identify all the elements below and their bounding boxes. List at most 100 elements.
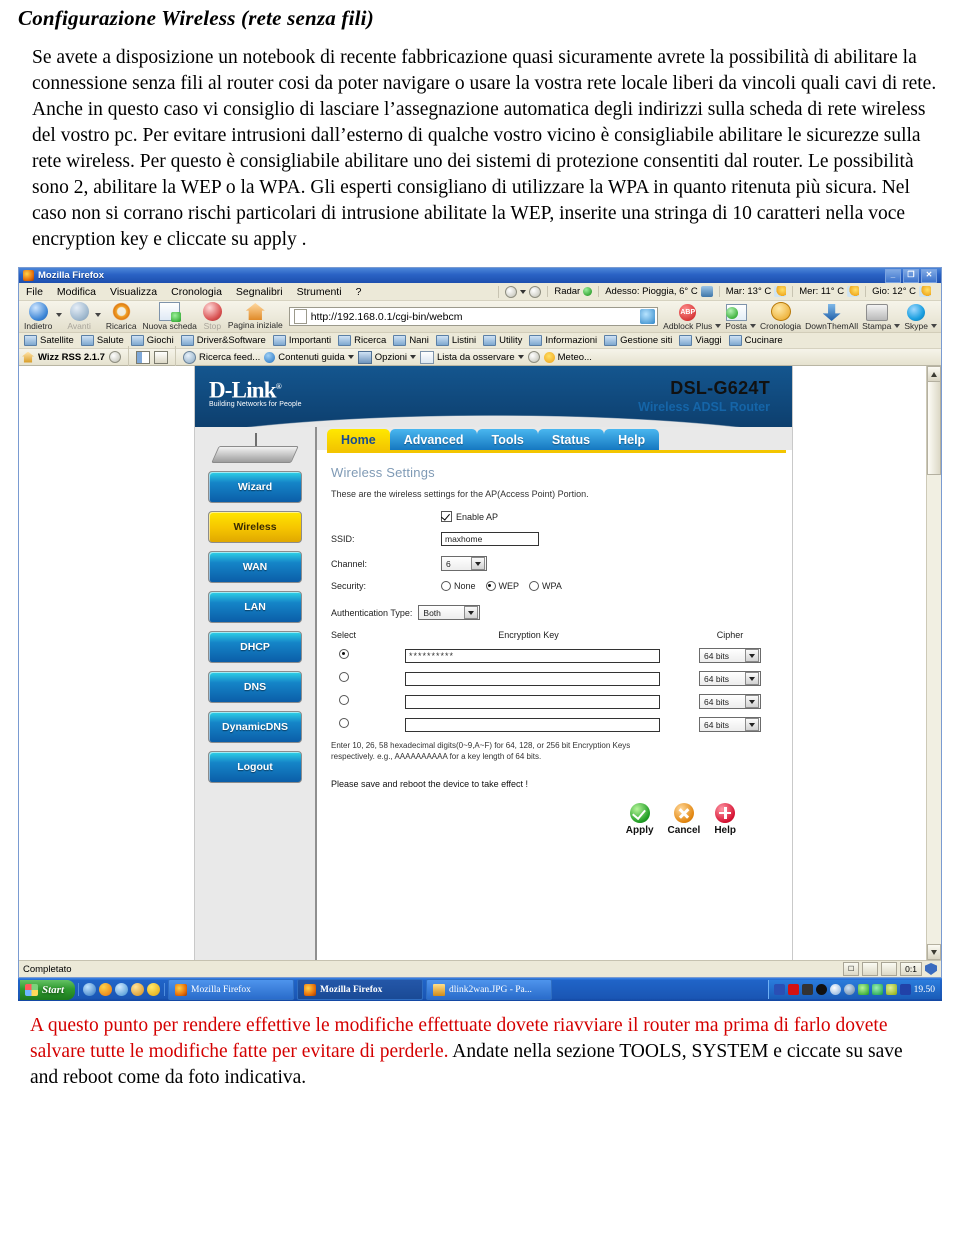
bookmark-gestione-siti[interactable]: Gestione siti (601, 335, 675, 346)
bookmark-importanti[interactable]: Importanti (270, 335, 334, 346)
history-button[interactable]: Cronologia (758, 302, 803, 331)
tray-icon-update[interactable] (857, 984, 869, 995)
cipher-select-4[interactable]: 64 bits (699, 717, 761, 732)
sidebar-item-wan[interactable]: WAN (208, 551, 302, 583)
tray-icon-display[interactable] (899, 984, 911, 995)
security-option-none[interactable]: None (441, 581, 476, 591)
mail-button[interactable]: Posta (723, 304, 749, 331)
bookmark-driver-software[interactable]: Driver&Software (178, 335, 269, 346)
apply-button[interactable]: Apply (626, 803, 654, 836)
forward-button[interactable]: Avanti (64, 302, 93, 331)
ie-icon[interactable] (83, 983, 97, 996)
newtab-button[interactable]: Nuova scheda (140, 302, 200, 331)
browser-icon[interactable] (115, 983, 129, 996)
weather-menu[interactable] (498, 285, 547, 298)
weather-radar[interactable]: Radar (547, 286, 598, 297)
taskbar-window-firefox-2[interactable]: Mozilla Firefox (297, 979, 424, 1000)
sidebar-item-wizard[interactable]: Wizard (208, 471, 302, 503)
sidebar-item-logout[interactable]: Logout (208, 751, 302, 783)
security-option-wep[interactable]: WEP (485, 581, 519, 591)
sidebar-item-lan[interactable]: LAN (208, 591, 302, 623)
cancel-button[interactable]: Cancel (668, 803, 700, 836)
key-radio-4[interactable] (339, 718, 349, 728)
firefox-icon[interactable] (99, 983, 113, 996)
tab-advanced[interactable]: Advanced (389, 429, 478, 450)
popup-blocked-icon[interactable]: ☐ (843, 962, 860, 976)
scroll-up-button[interactable] (927, 366, 941, 382)
bookmark-utility[interactable]: Utility (480, 335, 525, 346)
forward-history-chevron-icon[interactable] (94, 313, 101, 317)
back-history-chevron-icon[interactable] (56, 313, 63, 317)
skype-button[interactable]: Skype (902, 304, 930, 331)
security-option-wpa[interactable]: WPA (529, 581, 562, 591)
encryption-key-input-4[interactable] (405, 717, 660, 732)
proxy-icon[interactable] (862, 962, 879, 976)
tray-icon-plug[interactable] (871, 984, 883, 995)
encryption-key-input-3[interactable] (405, 694, 660, 709)
sidebar-item-dns[interactable]: DNS (208, 671, 302, 703)
key-radio-2[interactable] (339, 672, 349, 682)
sidebar-toggle-icon[interactable] (135, 350, 150, 364)
shield-icon[interactable] (925, 963, 937, 975)
bookmark-listini[interactable]: Listini (433, 335, 479, 346)
menu-segnalibri[interactable]: Segnalibri (229, 285, 290, 299)
cipher-select-3[interactable]: 64 bits (699, 694, 761, 709)
menu-modifica[interactable]: Modifica (50, 285, 103, 299)
weather-day-2[interactable]: Mer: 11° C (792, 286, 865, 297)
tab-status[interactable]: Status (537, 429, 605, 450)
weather-day-1[interactable]: Mar: 13° C (718, 286, 793, 297)
stop-button[interactable]: Stop (200, 302, 225, 331)
app-icon[interactable] (131, 983, 145, 996)
restore-button[interactable]: ❐ (903, 268, 919, 283)
menu-strumenti[interactable]: Strumenti (290, 285, 349, 299)
mail-chevron-icon[interactable] (750, 324, 757, 328)
bookmark-cucinare[interactable]: Cucinare (726, 335, 786, 346)
bookmark-salute[interactable]: Salute (78, 335, 127, 346)
bookmark-informazioni[interactable]: Informazioni (526, 335, 600, 346)
wizz-meteo[interactable]: Meteo... (543, 351, 592, 363)
encryption-key-input-1[interactable]: ********** (405, 648, 660, 663)
start-button[interactable]: Start (20, 979, 76, 1000)
adblock-chevron-icon[interactable] (715, 324, 722, 328)
tray-icon-pause[interactable] (773, 984, 785, 995)
menu-cronologia[interactable]: Cronologia (164, 285, 229, 299)
wizz-watchlist[interactable]: Lista da osservare (420, 350, 524, 364)
enable-ap-checkbox[interactable] (441, 511, 452, 522)
addon-icon[interactable] (881, 962, 898, 976)
bookmark-nani[interactable]: Nani (390, 335, 432, 346)
bookmark-viaggi[interactable]: Viaggi (676, 335, 724, 346)
adblock-button[interactable]: ABP Adblock Plus (661, 304, 714, 331)
channel-select[interactable]: 6 (441, 556, 487, 571)
print-button[interactable]: Stampa (860, 304, 893, 331)
bookmark-satellite[interactable]: Satellite (21, 335, 77, 346)
sidebar-item-dhcp[interactable]: DHCP (208, 631, 302, 663)
home-button[interactable]: Pagina iniziale (225, 303, 286, 330)
emoticon-icon[interactable] (147, 983, 161, 996)
tray-icon-moon[interactable] (815, 984, 827, 995)
close-button[interactable]: ✕ (921, 268, 937, 283)
panel-toggle-icon[interactable] (153, 350, 168, 364)
sidebar-item-dynamicdns[interactable]: DynamicDNS (208, 711, 302, 743)
sidebar-item-wireless[interactable]: Wireless (208, 511, 302, 543)
minimize-button[interactable]: _ (885, 268, 901, 283)
key-radio-3[interactable] (339, 695, 349, 705)
wizz-search-feed[interactable]: Ricerca feed... (182, 350, 260, 364)
vertical-scrollbar[interactable] (926, 366, 941, 960)
tray-icon-clock[interactable] (843, 984, 855, 995)
scroll-down-button[interactable] (927, 944, 941, 960)
help-button[interactable]: Help (714, 803, 736, 836)
tray-icon-network[interactable] (829, 984, 841, 995)
taskbar-window-paint[interactable]: dlink2wan.JPG - Pa... (426, 979, 553, 1000)
cipher-select-2[interactable]: 64 bits (699, 671, 761, 686)
downthemall-button[interactable]: DownThemAll (803, 304, 860, 331)
tray-icon-volume[interactable] (801, 984, 813, 995)
ssid-input[interactable]: maxhome (441, 532, 539, 546)
weather-day-3[interactable]: Gio: 12° C (865, 286, 937, 297)
wizz-refresh-icon[interactable] (108, 351, 121, 363)
print-chevron-icon[interactable] (894, 324, 901, 328)
key-radio-1[interactable] (339, 649, 349, 659)
weather-now[interactable]: Adesso: Pioggia, 6° C (598, 286, 719, 297)
tray-icon-kaspersky[interactable] (787, 984, 799, 995)
tab-tools[interactable]: Tools (477, 429, 538, 450)
wizz-options[interactable]: Opzioni (357, 350, 416, 364)
